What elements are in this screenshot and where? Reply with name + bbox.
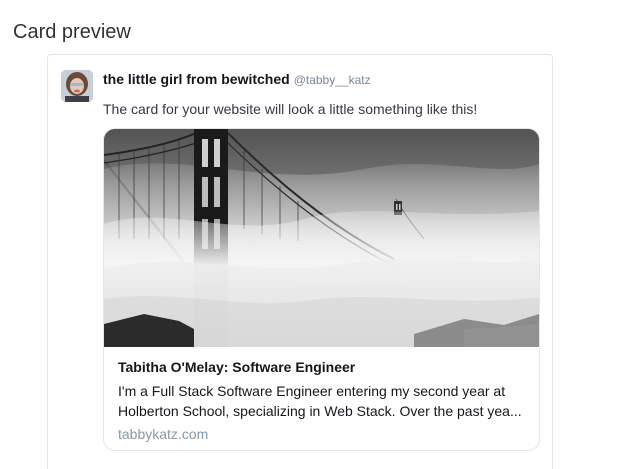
card-preview-page: Card preview the little girl from bewitc…	[0, 0, 617, 469]
golden-gate-bridge-image	[104, 129, 539, 347]
tweet-preview: the little girl from bewitched @tabby__ka…	[47, 54, 553, 469]
card-domain[interactable]: tabbykatz.com	[118, 425, 528, 443]
card-description: I'm a Full Stack Software Engineer enter…	[118, 381, 528, 421]
card-description-line: Holberton School, specializing in Web St…	[118, 403, 522, 419]
card-title: Tabitha O'Melay: Software Engineer	[118, 359, 356, 375]
tweet-text: The card for your website will look a li…	[103, 101, 478, 117]
avatar-image	[61, 70, 93, 102]
display-name[interactable]: the little girl from bewitched	[103, 71, 290, 87]
section-title: Card preview	[13, 21, 131, 43]
tweet-header: the little girl from bewitched @tabby__ka…	[103, 70, 371, 89]
card-description-line: I'm a Full Stack Software Engineer enter…	[118, 383, 506, 399]
link-card[interactable]: Tabitha O'Melay: Software Engineer I'm a…	[103, 128, 540, 451]
avatar[interactable]	[61, 70, 93, 102]
card-body: Tabitha O'Melay: Software Engineer I'm a…	[118, 358, 528, 443]
user-handle[interactable]: @tabby__katz	[294, 73, 371, 87]
